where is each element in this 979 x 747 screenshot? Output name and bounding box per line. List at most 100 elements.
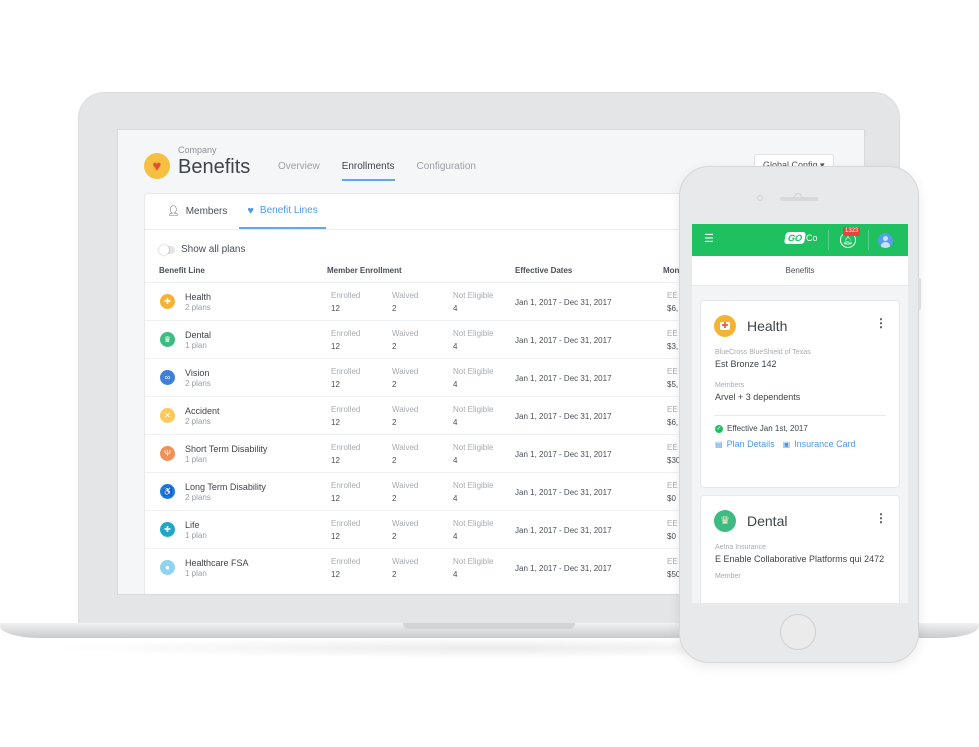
enrolled-value: 12 xyxy=(331,380,340,389)
dental-benefit-card: ♛ Dental ⋮ Aetna Insurance E Enable Coll… xyxy=(700,495,900,603)
waived-label: Waived xyxy=(392,367,419,376)
logo-co: Co xyxy=(806,233,818,243)
effective-dates: Jan 1, 2017 - Dec 31, 2017 xyxy=(515,450,612,459)
health-benefit-card: ✚ Health ⋮ BlueCross BlueShield of Texas… xyxy=(700,300,900,488)
not-eligible-stat: Not Eligible 4 xyxy=(453,481,493,503)
ee-label: EE xyxy=(667,367,678,376)
plan-count: 1 plan xyxy=(185,531,207,540)
tab-overview[interactable]: Overview xyxy=(278,158,320,181)
not-eligible-label: Not Eligible xyxy=(453,329,494,338)
enrolled-value: 12 xyxy=(331,570,340,579)
insurance-card-link[interactable]: ▣ Insurance Card xyxy=(783,439,856,449)
enrolled-value: 12 xyxy=(331,456,340,465)
device-mockup: ♥ Company Benefits Overview Enrollments … xyxy=(0,0,979,747)
tab-configuration[interactable]: Configuration xyxy=(417,158,476,181)
enrolled-label: Enrolled xyxy=(331,291,361,300)
enrolled-label: Enrolled xyxy=(331,329,361,338)
plan-count: 1 plan xyxy=(185,569,207,578)
first-aid-kit-icon: ✚ xyxy=(160,294,175,309)
ee-value: $6, xyxy=(667,304,679,313)
benefit-name: Health xyxy=(747,318,788,334)
more-options-icon[interactable]: ⋮ xyxy=(875,512,887,524)
waived-value: 2 xyxy=(392,532,397,541)
monthly-cost: EE $0 xyxy=(667,519,678,541)
enrolled-stat: Enrolled 12 xyxy=(331,329,360,351)
mobile-top-bar: ☰ GO Co 🔔︎ 1323 xyxy=(692,224,908,256)
ee-value: $5, xyxy=(667,380,679,389)
waived-value: 2 xyxy=(392,418,397,427)
avatar[interactable] xyxy=(878,233,893,248)
plan-details-label: Plan Details xyxy=(726,439,775,449)
crutch-icon: Ψ xyxy=(160,446,175,461)
enrolled-label: Enrolled xyxy=(331,443,361,452)
waived-value: 2 xyxy=(392,304,397,313)
not-eligible-stat: Not Eligible 4 xyxy=(453,405,493,427)
phone-home-button[interactable] xyxy=(780,614,816,650)
waived-label: Waived xyxy=(392,291,419,300)
waived-stat: Waived 2 xyxy=(392,291,418,313)
person-icon: 👤︎ xyxy=(167,206,180,217)
not-eligible-stat: Not Eligible 4 xyxy=(453,443,493,465)
not-eligible-stat: Not Eligible 4 xyxy=(453,367,493,389)
first-aid-kit-icon: ✚ xyxy=(714,315,736,337)
waived-stat: Waived 2 xyxy=(392,557,418,579)
not-eligible-value: 4 xyxy=(453,532,458,541)
divider xyxy=(715,415,885,416)
effective-dates: Jan 1, 2017 - Dec 31, 2017 xyxy=(515,526,612,535)
benefit-line-name: Life xyxy=(185,520,200,530)
ee-value: $0 xyxy=(667,494,676,503)
id-card-icon: ▣ xyxy=(782,439,791,449)
tab-members[interactable]: 👤︎ Members xyxy=(159,194,235,229)
enrolled-stat: Enrolled 12 xyxy=(331,405,360,427)
provider-label: Aetna Insurance xyxy=(715,544,766,551)
bandage-icon: ✕ xyxy=(160,408,175,423)
enrolled-label: Enrolled xyxy=(331,557,361,566)
waived-stat: Waived 2 xyxy=(392,405,418,427)
lifebuoy-icon: ✚ xyxy=(160,522,175,537)
page-title: Benefits xyxy=(178,156,251,178)
benefit-line-name: Health xyxy=(185,292,212,302)
not-eligible-stat: Not Eligible 4 xyxy=(453,291,493,313)
waived-label: Waived xyxy=(392,405,419,414)
plan-count: 1 plan xyxy=(185,455,207,464)
ee-value: $0 xyxy=(667,532,676,541)
col-benefit-line: Benefit Line xyxy=(159,266,205,275)
piggy-bank-icon: ● xyxy=(160,560,175,575)
effective-dates: Jan 1, 2017 - Dec 31, 2017 xyxy=(515,336,612,345)
plan-details-link[interactable]: ▤ Plan Details xyxy=(715,439,775,449)
laptop-notch xyxy=(403,623,575,629)
col-monthly: Mon xyxy=(663,266,680,275)
waived-value: 2 xyxy=(392,342,397,351)
waived-stat: Waived 2 xyxy=(392,481,418,503)
enrolled-label: Enrolled xyxy=(331,367,361,376)
effective-dates: Jan 1, 2017 - Dec 31, 2017 xyxy=(515,564,612,573)
col-effective-dates: Effective Dates xyxy=(515,266,573,275)
divider xyxy=(868,230,869,250)
enrolled-value: 12 xyxy=(331,418,340,427)
not-eligible-label: Not Eligible xyxy=(453,291,494,300)
waived-label: Waived xyxy=(392,443,419,452)
enrolled-value: 12 xyxy=(331,342,340,351)
show-all-plans-label: Show all plans xyxy=(181,244,246,255)
tab-benefit-lines[interactable]: ♥ Benefit Lines xyxy=(239,194,326,229)
waived-label: Waived xyxy=(392,481,419,490)
tab-enrollments[interactable]: Enrollments xyxy=(341,158,395,181)
glasses-icon: ∞ xyxy=(160,370,175,385)
plan-count: 2 plans xyxy=(185,417,211,426)
show-all-plans-toggle[interactable] xyxy=(159,244,175,255)
benefit-line-name: Accident xyxy=(185,406,220,416)
benefit-name: Dental xyxy=(747,513,788,529)
ee-label: EE xyxy=(667,481,678,490)
waived-value: 2 xyxy=(392,456,397,465)
tab-members-label: Members xyxy=(185,206,228,217)
plan-name: E Enable Collaborative Platforms qui 247… xyxy=(715,554,885,564)
enrolled-value: 12 xyxy=(331,304,340,313)
phone-speaker xyxy=(780,197,818,201)
not-eligible-value: 4 xyxy=(453,380,458,389)
not-eligible-stat: Not Eligible 4 xyxy=(453,519,493,541)
hamburger-menu-icon[interactable]: ☰ xyxy=(704,234,714,245)
benefit-line-name: Long Term Disability xyxy=(185,482,266,492)
enrolled-label: Enrolled xyxy=(331,519,361,528)
more-options-icon[interactable]: ⋮ xyxy=(875,317,887,329)
enrolled-value: 12 xyxy=(331,532,340,541)
